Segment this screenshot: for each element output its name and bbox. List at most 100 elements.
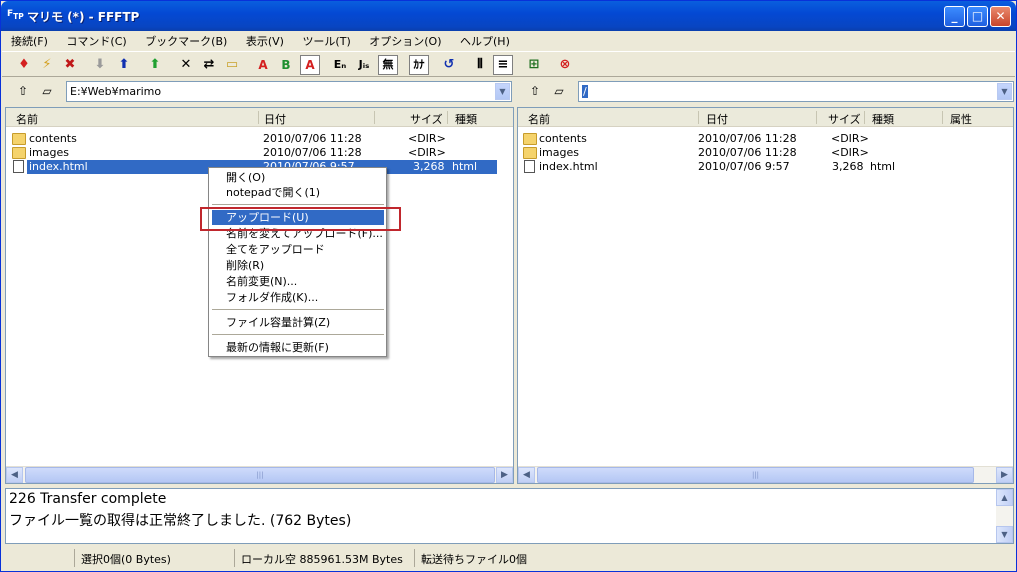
scroll-right-icon[interactable]: ▶ (996, 467, 1013, 483)
file-icon (524, 160, 535, 173)
detail-view-icon[interactable]: ≡ (493, 55, 513, 75)
scroll-left-icon[interactable]: ◀ (6, 467, 23, 483)
menu-options[interactable]: オプション(O) (360, 31, 447, 49)
menu-tools[interactable]: ツール(T) (293, 31, 356, 49)
menu-bookmark[interactable]: ブックマーク(B) (136, 31, 233, 49)
local-path: E:¥Web¥marimo (70, 85, 162, 98)
file-icon (13, 160, 24, 173)
transfer-mode-binary-icon[interactable]: B (276, 55, 296, 75)
local-open-folder-icon[interactable]: ▱ (37, 82, 57, 102)
transfer-mode-auto-icon[interactable]: A (253, 55, 273, 75)
col-name[interactable]: 名前 (528, 111, 550, 127)
stop-icon[interactable]: ⊗ (555, 55, 575, 75)
log-vertical-scrollbar[interactable]: ▲ ▼ (996, 489, 1013, 543)
col-type[interactable]: 種類 (872, 111, 894, 127)
status-bar: 選択0個(0 Bytes) ローカル空 885961.53M Bytes 転送待… (2, 547, 1015, 569)
col-type[interactable]: 種類 (455, 111, 477, 127)
toolbar: ♦ ⚡ ✖ ⬇ ⬆ ⬆ ✕ ⇄ ▭ A B A Eₙ Jᵢₛ 無 ｶﾅ ↺ ⦀ … (2, 51, 1015, 77)
chevron-down-icon[interactable]: ▼ (997, 83, 1012, 100)
scroll-up-icon[interactable]: ▲ (996, 489, 1013, 506)
connect-icon[interactable]: ♦ (14, 55, 34, 75)
remote-horizontal-scrollbar[interactable]: ◀ ||| ▶ (518, 466, 1013, 483)
disconnect-icon[interactable]: ✖ (60, 55, 80, 75)
quick-connect-icon[interactable]: ⚡ (37, 55, 57, 75)
status-local-free: ローカル空 885961.53M Bytes (234, 549, 414, 567)
scroll-thumb[interactable]: ||| (537, 467, 974, 483)
col-size[interactable]: サイズ (410, 111, 443, 127)
file-date: 2010/07/06 11:28 (698, 132, 797, 145)
tree-icon[interactable]: ⊞ (524, 55, 544, 75)
file-name: index.html (29, 160, 88, 173)
file-name: contents (29, 132, 77, 145)
list-view-icon[interactable]: ⦀ (470, 55, 490, 75)
menu-item-upload-all[interactable]: 全てをアップロード (212, 242, 384, 257)
folder-icon (12, 147, 26, 159)
scroll-right-icon[interactable]: ▶ (496, 467, 513, 483)
kanji-none-icon[interactable]: 無 (378, 55, 398, 75)
file-row[interactable]: contents 2010/07/06 11:28 <DIR> (518, 132, 1013, 146)
menu-item-open[interactable]: 開く(O) (212, 170, 384, 185)
kanji-jis-icon[interactable]: Jᵢₛ (354, 55, 374, 75)
upload-icon[interactable]: ⬆ (114, 55, 134, 75)
local-horizontal-scrollbar[interactable]: ◀ ||| ▶ (6, 466, 513, 483)
file-date: 2010/07/06 11:28 (263, 132, 362, 145)
highlight-annotation (200, 207, 401, 231)
folder-icon (523, 147, 537, 159)
local-path-combo[interactable]: E:¥Web¥marimo ▼ (66, 81, 512, 102)
menu-item-calc-size[interactable]: ファイル容量計算(Z) (212, 315, 384, 330)
file-type: html (870, 160, 896, 173)
menu-item-mkdir[interactable]: フォルダ作成(K)... (212, 290, 384, 305)
mirror-upload-icon[interactable]: ⬆ (145, 55, 165, 75)
scroll-thumb[interactable]: ||| (25, 467, 495, 483)
menu-view[interactable]: 表示(V) (237, 31, 290, 49)
file-name: images (539, 146, 579, 159)
download-icon[interactable]: ⬇ (90, 55, 110, 75)
folder-icon (12, 133, 26, 145)
file-row[interactable]: contents 2010/07/06 11:28 <DIR> (6, 132, 513, 146)
remote-open-folder-icon[interactable]: ▱ (549, 82, 569, 102)
local-up-folder-icon[interactable]: ⇧ (13, 82, 33, 102)
file-row[interactable]: index.html 2010/07/06 9:57 3,268 html (518, 160, 1013, 174)
title-bar[interactable]: FTP マリモ (*) - FFFTP _ □ ✕ (1, 1, 1016, 31)
file-row[interactable]: images 2010/07/06 11:28 <DIR> (518, 146, 1013, 160)
menu-connect[interactable]: 接続(F) (2, 31, 54, 49)
menu-item-refresh[interactable]: 最新の情報に更新(F) (212, 340, 384, 355)
status-selection: 選択0個(0 Bytes) (74, 549, 234, 567)
file-size: <DIR> (831, 146, 869, 159)
chevron-down-icon[interactable]: ▼ (495, 83, 510, 100)
ffftp-window: FTP マリモ (*) - FFFTP _ □ ✕ 接続(F) コマンド(C) … (0, 0, 1017, 572)
remote-file-list[interactable]: 名前 日付 サイズ 種類 属性 contents 2010/07/06 11:2… (517, 107, 1014, 484)
scroll-left-icon[interactable]: ◀ (518, 467, 535, 483)
menu-help[interactable]: ヘルプ(H) (451, 31, 516, 49)
mkdir-icon[interactable]: ▭ (222, 55, 242, 75)
remote-up-folder-icon[interactable]: ⇧ (525, 82, 545, 102)
file-size: <DIR> (408, 146, 446, 159)
kana-convert-icon[interactable]: ｶﾅ (409, 55, 429, 75)
status-queue: 転送待ちファイル0個 (414, 549, 614, 567)
transfer-mode-ascii-icon[interactable]: A (300, 55, 320, 75)
kanji-euc-icon[interactable]: Eₙ (330, 55, 350, 75)
remote-path-combo[interactable]: / ▼ (578, 81, 1014, 102)
local-address-bar: ⇧ ▱ E:¥Web¥marimo ▼ (13, 81, 513, 103)
col-attr[interactable]: 属性 (950, 111, 972, 127)
refresh-icon[interactable]: ↺ (439, 55, 459, 75)
file-name: index.html (539, 160, 598, 173)
minimize-button[interactable]: _ (944, 6, 965, 27)
rename-icon[interactable]: ⇄ (199, 55, 219, 75)
scroll-down-icon[interactable]: ▼ (996, 526, 1013, 543)
maximize-button[interactable]: □ (967, 6, 988, 27)
col-date[interactable]: 日付 (706, 111, 728, 127)
delete-icon[interactable]: ✕ (176, 55, 196, 75)
close-button[interactable]: ✕ (990, 6, 1011, 27)
menu-item-delete[interactable]: 削除(R) (212, 258, 384, 273)
col-name[interactable]: 名前 (16, 111, 38, 127)
menu-item-rename[interactable]: 名前変更(N)... (212, 274, 384, 289)
window-title: マリモ (*) - FFFTP (27, 10, 140, 24)
file-row[interactable]: images 2010/07/06 11:28 <DIR> (6, 146, 513, 160)
menu-item-open-notepad[interactable]: notepadで開く(1) (212, 185, 384, 200)
col-size[interactable]: サイズ (828, 111, 861, 127)
log-panel[interactable]: 226 Transfer complete ファイル一覧の取得は正常終了しました… (5, 488, 1014, 544)
col-date[interactable]: 日付 (264, 111, 286, 127)
menu-bar: 接続(F) コマンド(C) ブックマーク(B) 表示(V) ツール(T) オプシ… (2, 31, 1015, 50)
menu-command[interactable]: コマンド(C) (57, 31, 132, 49)
